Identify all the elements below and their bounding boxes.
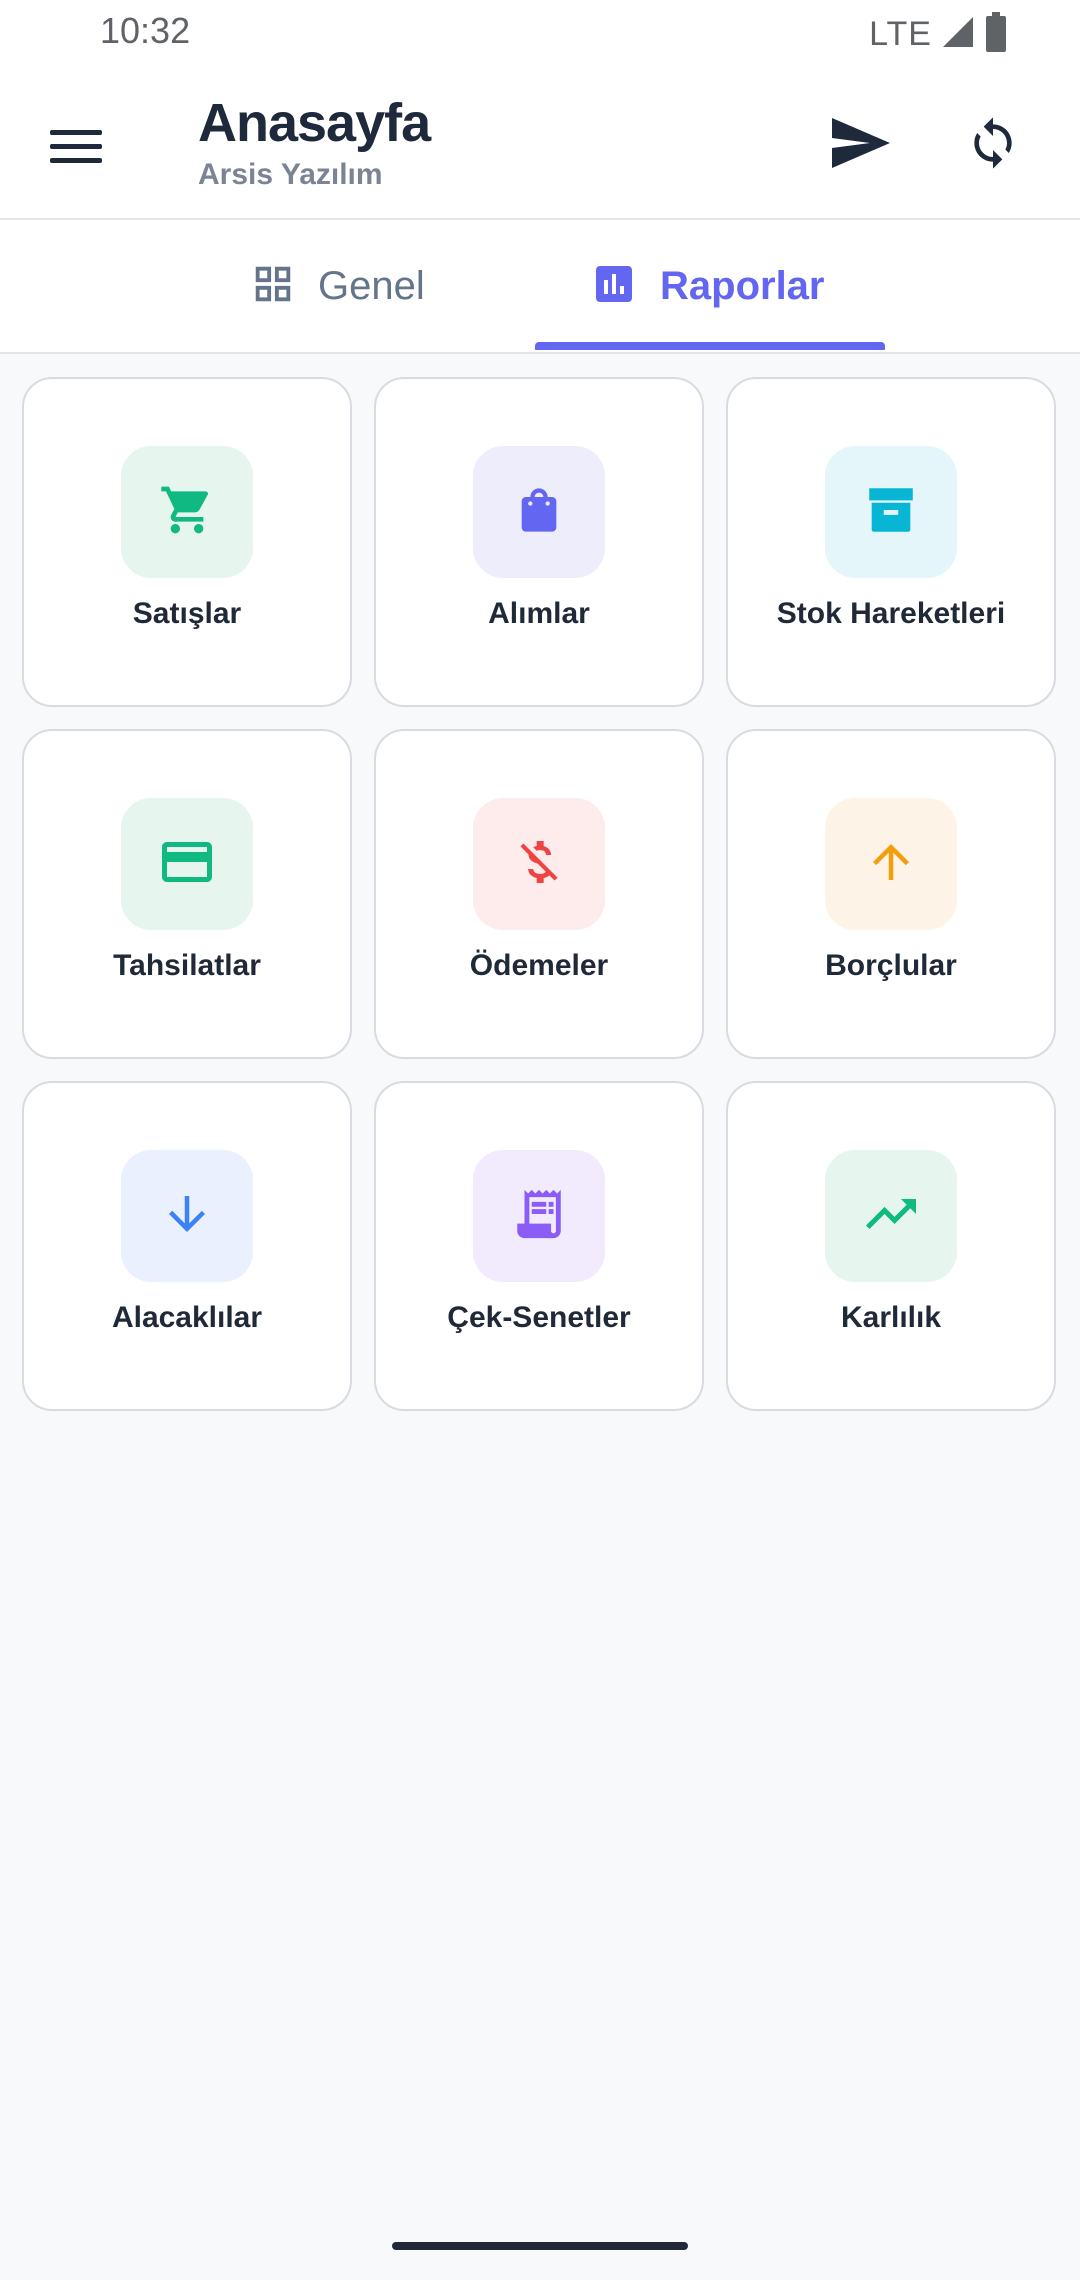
- card-label: Satışlar: [132, 597, 242, 630]
- arrow-down-icon: [160, 1187, 214, 1246]
- trending-up-icon: [861, 1184, 921, 1249]
- card-icon-box: [825, 798, 957, 930]
- card-icon-box: [473, 1150, 605, 1282]
- card-purchases[interactable]: Alımlar: [374, 377, 704, 707]
- app-bar: Anasayfa Arsis Yazılım: [0, 66, 1080, 220]
- credit-card-icon: [157, 832, 217, 897]
- page-subtitle: Arsis Yazılım: [198, 158, 383, 191]
- status-bar: 10:32 LTE: [0, 0, 1080, 66]
- tab-general-label: Genel: [318, 263, 425, 308]
- card-label: Borçlular: [825, 949, 957, 982]
- send-button[interactable]: [816, 100, 906, 190]
- card-label: Stok Hareketleri: [776, 597, 1006, 630]
- card-icon-box: [825, 446, 957, 578]
- card-label: Ödemeler: [469, 949, 609, 982]
- card-icon-box: [473, 446, 605, 578]
- signal-icon: [940, 14, 976, 55]
- card-debtors[interactable]: Borçlular: [726, 729, 1056, 1059]
- tab-indicator: [535, 342, 885, 350]
- report-grid: Satışlar Alımlar Stok Hareketleri Tahsil…: [22, 377, 1056, 1411]
- card-payments[interactable]: Ödemeler: [374, 729, 704, 1059]
- sync-button[interactable]: [948, 100, 1038, 190]
- menu-button[interactable]: [36, 108, 116, 188]
- shopping-bag-icon: [513, 482, 565, 543]
- arrow-up-icon: [864, 835, 918, 894]
- card-label: Alacaklılar: [111, 1301, 263, 1334]
- archive-box-icon: [862, 481, 920, 544]
- tab-general[interactable]: Genel: [250, 220, 425, 352]
- tab-reports-label: Raporlar: [660, 263, 825, 308]
- status-icons: LTE: [869, 11, 1008, 57]
- card-icon-box: [121, 798, 253, 930]
- card-profitability[interactable]: Karlılık: [726, 1081, 1056, 1411]
- card-creditors[interactable]: Alacaklılar: [22, 1081, 352, 1411]
- card-label: Alımlar: [488, 597, 590, 630]
- page-title: Anasayfa: [198, 93, 431, 153]
- card-label: Çek-Senetler: [447, 1301, 631, 1334]
- card-stock-movements[interactable]: Stok Hareketleri: [726, 377, 1056, 707]
- tab-bar: Genel Raporlar: [0, 220, 1080, 354]
- card-sales[interactable]: Satışlar: [22, 377, 352, 707]
- status-time: 10:32: [100, 10, 191, 51]
- card-checks-notes[interactable]: Çek-Senetler: [374, 1081, 704, 1411]
- card-label: Karlılık: [840, 1301, 942, 1334]
- network-type: LTE: [869, 14, 932, 53]
- tab-reports[interactable]: Raporlar: [590, 220, 825, 352]
- card-icon-box: [473, 798, 605, 930]
- battery-icon: [984, 11, 1008, 57]
- bar-chart-icon: [590, 260, 638, 313]
- send-icon: [830, 116, 892, 175]
- hamburger-menu-icon: [50, 126, 102, 171]
- card-label: Tahsilatlar: [113, 949, 261, 982]
- grid-icon: [250, 261, 296, 312]
- receipt-icon: [510, 1185, 568, 1248]
- sync-icon: [965, 113, 1021, 178]
- card-icon-box: [825, 1150, 957, 1282]
- card-icon-box: [121, 1150, 253, 1282]
- money-off-icon: [511, 834, 567, 895]
- card-icon-box: [121, 446, 253, 578]
- shopping-cart-icon: [159, 482, 215, 543]
- gesture-navigation-bar[interactable]: [392, 2242, 688, 2250]
- card-collections[interactable]: Tahsilatlar: [22, 729, 352, 1059]
